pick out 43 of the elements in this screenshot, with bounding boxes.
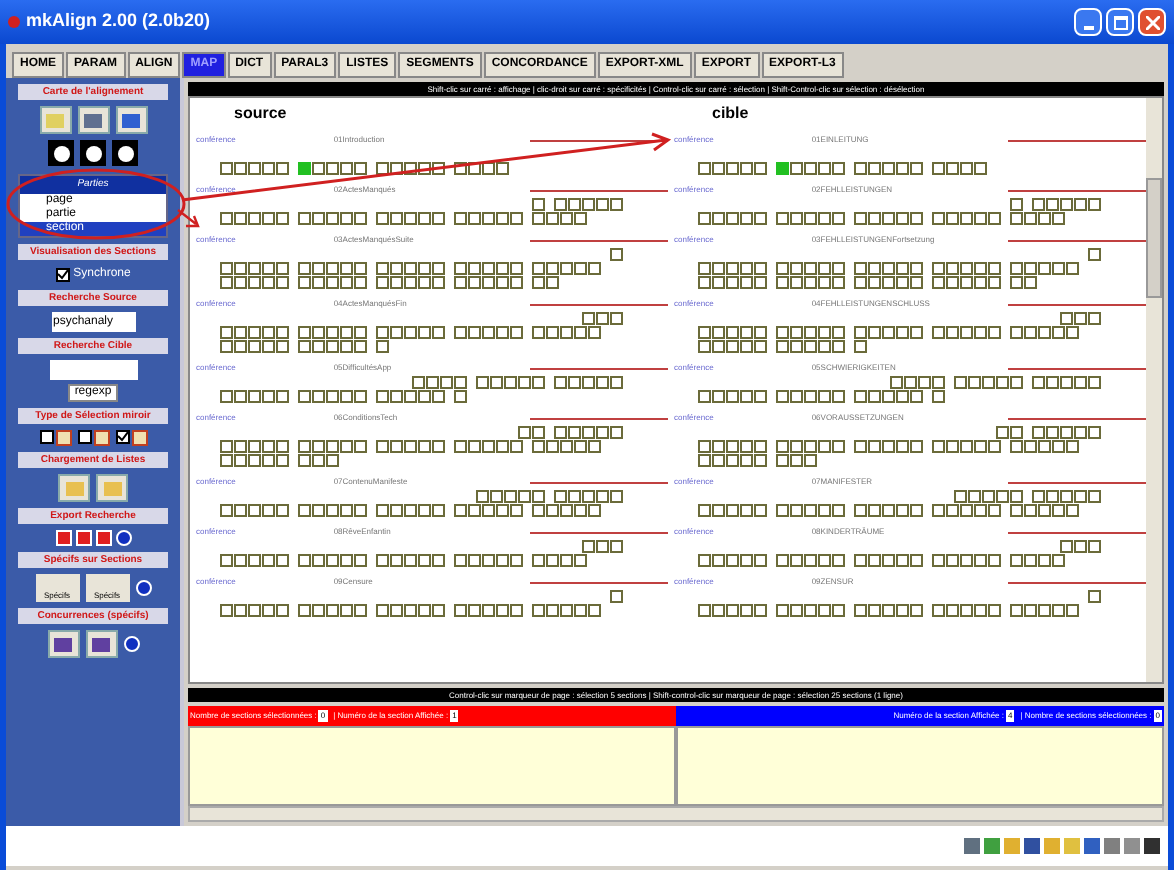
window-title: mkAlign 2.00 (2.0b20) — [26, 8, 213, 35]
section-rule — [1008, 139, 1146, 141]
text-area[interactable] — [188, 726, 676, 806]
section-rule — [530, 531, 668, 533]
section-rule — [1008, 417, 1146, 419]
selection-icon — [55, 430, 71, 446]
circle-button[interactable] — [80, 140, 106, 166]
section-rule — [1008, 581, 1146, 583]
checkbox[interactable] — [55, 268, 70, 282]
selection-icon — [131, 430, 147, 446]
input-field[interactable] — [49, 360, 137, 380]
info-icon[interactable] — [115, 530, 131, 546]
scrollbar[interactable] — [1146, 98, 1162, 682]
circle-button[interactable] — [112, 140, 138, 166]
checkbox[interactable] — [77, 430, 91, 444]
section-rule — [530, 581, 668, 583]
selection-icon — [93, 430, 109, 446]
section-rule — [530, 189, 668, 191]
close-icon — [1145, 15, 1159, 29]
section-rule — [1008, 189, 1146, 191]
section-rule — [530, 303, 668, 305]
section-rule — [530, 417, 668, 419]
section-rule — [530, 481, 668, 483]
section-rule — [1008, 303, 1146, 305]
circle-button[interactable] — [48, 140, 74, 166]
text-area[interactable] — [676, 726, 1164, 806]
maximize-button[interactable] — [1106, 8, 1134, 36]
section-rule — [1008, 367, 1146, 369]
checkbox[interactable] — [39, 430, 53, 444]
column-heading: source — [234, 102, 289, 126]
column-heading: cible — [712, 102, 751, 126]
section-rule — [1008, 481, 1146, 483]
app-icon — [8, 16, 20, 28]
info-icon[interactable] — [135, 580, 151, 596]
section-rule — [1008, 531, 1146, 533]
scrollbar[interactable] — [188, 806, 1164, 822]
info-icon[interactable] — [123, 636, 139, 652]
close-button[interactable] — [1138, 8, 1166, 36]
checkbox[interactable] — [115, 430, 129, 444]
section-rule — [530, 367, 668, 369]
section-rule — [1008, 239, 1146, 241]
minimize-button[interactable] — [1074, 8, 1102, 36]
section-rule — [530, 239, 668, 241]
